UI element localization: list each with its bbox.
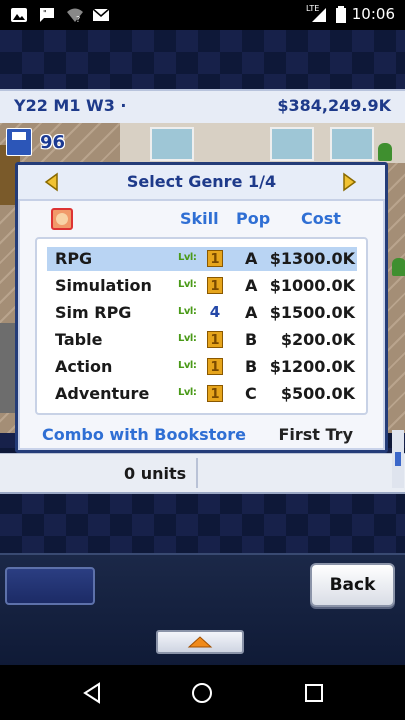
back-button[interactable]: Back: [310, 563, 395, 607]
genre-pop: B: [245, 357, 258, 376]
status-bar: " ? LTE 10:06: [0, 0, 405, 30]
genre-row-sim-rpg[interactable]: Sim RPG Lvl: 4 A $1500.0K: [47, 301, 357, 325]
plant-icon: [378, 143, 392, 161]
combo-result: First Try: [278, 425, 353, 444]
genre-pop: A: [245, 276, 258, 295]
scrollbar[interactable]: [392, 430, 404, 488]
dialog-title: Select Genre 1/4: [126, 172, 277, 191]
back-button-label: Back: [329, 575, 376, 595]
genre-row-table[interactable]: Table Lvl: 1 B $200.0K: [47, 328, 357, 352]
info-bar: Y22 M1 W3 · $384,249.9K: [0, 89, 405, 125]
genre-cost: $1000.0K: [269, 276, 355, 295]
genre-row-simulation[interactable]: Simulation Lvl: 1 A $1000.0K: [47, 274, 357, 298]
office-window: [150, 127, 194, 161]
level-label: Lvl:: [178, 306, 197, 317]
level-badge: 1: [207, 250, 223, 267]
genre-row-adventure[interactable]: Adventure Lvl: 1 C $500.0K: [47, 382, 357, 406]
signal-icon: [312, 8, 326, 22]
genre-name: Table: [55, 330, 103, 349]
funds-display: $384,249.9K: [277, 96, 391, 115]
genre-pop: B: [245, 330, 258, 349]
genre-pop: A: [245, 303, 258, 322]
mail-icon: [92, 8, 110, 21]
level-label: Lvl:: [178, 279, 197, 290]
genre-name: RPG: [55, 249, 93, 268]
level-label: Lvl:: [178, 387, 197, 398]
genre-cost: $200.0K: [280, 330, 355, 349]
genre-name: Action: [55, 357, 113, 376]
navigation-bar: [0, 665, 405, 720]
chat-icon: ": [40, 8, 54, 22]
office-window: [270, 127, 314, 161]
battery-icon: [336, 6, 346, 23]
genre-name: Adventure: [55, 384, 150, 403]
genre-cost: $1500.0K: [269, 303, 355, 322]
svg-text:": ": [43, 9, 47, 18]
blank-button[interactable]: [5, 567, 95, 605]
genre-row-rpg[interactable]: RPG Lvl: 1 A $1300.0K: [47, 247, 357, 271]
scrollbar-thumb[interactable]: [395, 452, 401, 466]
level-badge: 1: [207, 358, 223, 375]
level-badge: 4: [209, 303, 221, 321]
bottom-panel: Back: [0, 553, 405, 667]
genre-cost: $1300.0K: [269, 249, 355, 268]
office-window: [330, 127, 374, 161]
cost-column-header: Cost: [301, 209, 341, 228]
expand-menu-button[interactable]: [156, 630, 244, 654]
skill-column-header: Skill: [180, 209, 219, 228]
genre-name: Sim RPG: [55, 303, 132, 322]
wifi-off-icon: ?: [67, 8, 83, 24]
units-count: 0 units: [124, 464, 187, 483]
game-date: Y22 M1 W3 ·: [14, 96, 127, 115]
level-badge: 1: [207, 385, 223, 402]
nav-home-icon[interactable]: [190, 681, 214, 705]
arrow-up-icon: [187, 636, 213, 648]
select-genre-dialog: Select Genre 1/4 Skill Pop Cost RPG Lvl:…: [15, 162, 388, 453]
level-badge: 1: [207, 331, 223, 348]
dialog-header: Select Genre 1/4: [18, 165, 385, 201]
nav-back-icon[interactable]: [80, 681, 104, 705]
save-icon[interactable]: [6, 128, 32, 156]
level-label: Lvl:: [178, 252, 197, 263]
svg-text:?: ?: [76, 15, 80, 24]
level-label: Lvl:: [178, 333, 197, 344]
arrow-right-icon: [343, 172, 357, 192]
plant-icon: [392, 258, 405, 276]
face-icon: [51, 208, 73, 230]
genre-pop: A: [245, 249, 258, 268]
save-count: 96: [40, 132, 66, 153]
level-badge: 1: [207, 277, 223, 294]
genre-name: Simulation: [55, 276, 152, 295]
combo-text: Combo with Bookstore: [42, 425, 247, 444]
pop-column-header: Pop: [236, 209, 271, 228]
genre-row-action[interactable]: Action Lvl: 1 B $1200.0K: [47, 355, 357, 379]
units-strip: 0 units: [0, 453, 405, 494]
genre-cost: $1200.0K: [269, 357, 355, 376]
genre-list: RPG Lvl: 1 A $1300.0K Simulation Lvl: 1 …: [35, 237, 368, 415]
nav-recents-icon[interactable]: [302, 681, 326, 705]
next-page-button[interactable]: [339, 172, 359, 192]
level-label: Lvl:: [178, 360, 197, 371]
divider: [196, 458, 198, 488]
column-headers: Skill Pop Cost: [18, 205, 385, 235]
genre-pop: C: [245, 384, 257, 403]
photo-icon: [11, 8, 27, 22]
clock: 10:06: [351, 5, 395, 23]
genre-cost: $500.0K: [280, 384, 355, 403]
